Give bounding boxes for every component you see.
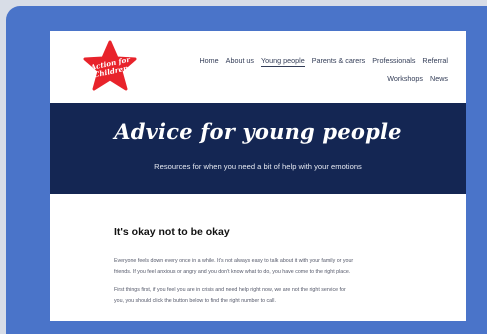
- nav-row-1: Home About us Young people Parents & car…: [170, 52, 448, 70]
- nav-young-people[interactable]: Young people: [261, 56, 305, 67]
- nav-row-2: Workshops News: [170, 70, 448, 88]
- nav-about-us[interactable]: About us: [226, 56, 254, 65]
- page-subtitle: Resources for when you need a bit of hel…: [154, 162, 362, 171]
- nav-home[interactable]: Home: [199, 56, 218, 65]
- section-heading: It's okay not to be okay: [114, 226, 230, 238]
- nav-referral[interactable]: Referral: [422, 56, 448, 65]
- website-page: Action for Children Home About us Young …: [50, 31, 466, 321]
- main-content: It's okay not to be okay Everyone feels …: [114, 226, 404, 314]
- nav-professionals[interactable]: Professionals: [372, 56, 415, 65]
- hero-banner: Advice for young people Resources for wh…: [50, 103, 466, 194]
- nav-parents-carers[interactable]: Parents & carers: [312, 56, 366, 65]
- intro-paragraph: Everyone feels down every once in a whil…: [114, 256, 404, 278]
- crisis-paragraph: First things first, if you feel you are …: [114, 285, 404, 307]
- backdrop: Action for Children Home About us Young …: [0, 0, 487, 334]
- page-title: Advice for young people: [114, 119, 402, 144]
- crisis-line-1: First things first, if you feel you are …: [114, 287, 346, 293]
- main-nav: Home About us Young people Parents & car…: [170, 52, 448, 88]
- star-logo-icon: Action for Children: [83, 40, 137, 91]
- screenshot-card: Action for Children Home About us Young …: [6, 6, 487, 334]
- nav-news[interactable]: News: [430, 74, 448, 83]
- site-logo[interactable]: Action for Children: [82, 39, 138, 95]
- crisis-line-2: you, you should click the button below t…: [114, 298, 276, 304]
- intro-line-2: friends. If you feel anxious or angry an…: [114, 269, 351, 275]
- site-header: Action for Children Home About us Young …: [50, 31, 466, 103]
- intro-line-1: Everyone feels down every once in a whil…: [114, 258, 354, 264]
- nav-workshops[interactable]: Workshops: [387, 74, 423, 83]
